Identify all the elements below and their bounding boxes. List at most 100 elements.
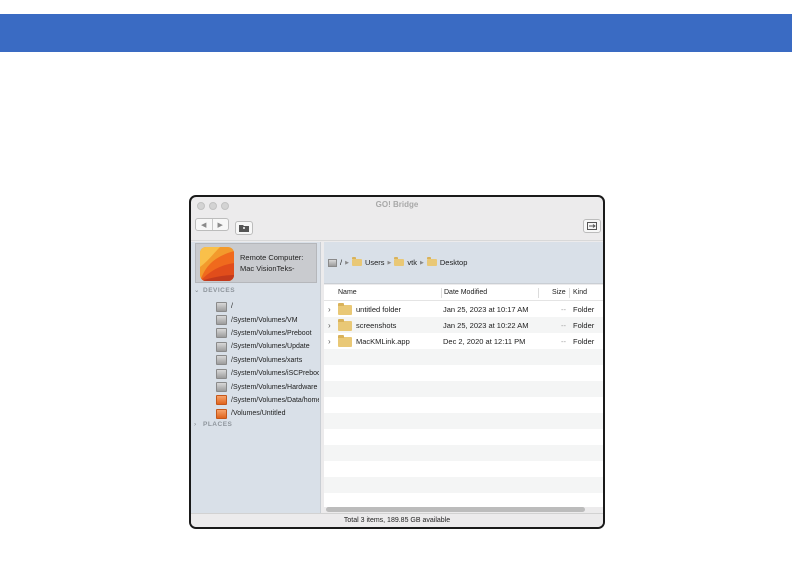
back-button[interactable]: ◀: [196, 219, 212, 230]
column-date[interactable]: Date Modified: [444, 289, 487, 296]
slide-canvas: GO! Bridge ◀ ▶ Remote Computer: Mac Visi…: [0, 0, 792, 576]
column-name[interactable]: Name: [338, 289, 357, 296]
empty-row: [324, 413, 603, 429]
path-crumb-desktop[interactable]: Desktop: [426, 257, 467, 267]
nav-button-group: ◀ ▶: [195, 218, 229, 231]
disclosure-chevron-icon[interactable]: ›: [328, 321, 331, 330]
device-item[interactable]: /: [216, 300, 319, 313]
empty-row: [324, 461, 603, 477]
go-bridge-window: GO! Bridge ◀ ▶ Remote Computer: Mac Visi…: [189, 195, 605, 529]
folder-icon: [338, 303, 352, 315]
folder-icon: [338, 319, 352, 331]
file-name: MacKMLink.app: [356, 337, 410, 346]
folder-icon: [239, 225, 249, 232]
device-item[interactable]: /Volumes/Untitled: [216, 407, 319, 420]
file-date: Dec 2, 2020 at 12:11 PM: [443, 337, 526, 346]
new-folder-button[interactable]: [235, 221, 253, 235]
path-separator-icon: ▶: [420, 259, 424, 266]
device-item[interactable]: /System/Volumes/Data/home: [216, 394, 319, 407]
disk-icon: [216, 408, 227, 419]
device-label: /System/Volumes/Update: [231, 343, 310, 351]
file-list-header: Name Date Modified Size Kind: [324, 285, 603, 301]
status-bar: Total 3 items, 189.85 GB available: [191, 513, 603, 527]
slide-header-bar: [0, 14, 792, 52]
path-separator-icon: ▶: [345, 259, 349, 266]
toolbar: ◀ ▶: [191, 215, 603, 241]
folder-icon: [394, 257, 405, 266]
disk-icon: [216, 382, 227, 393]
device-item[interactable]: /System/Volumes/iSCPreboot: [216, 367, 319, 380]
device-item[interactable]: /System/Volumes/xarts: [216, 354, 319, 367]
file-rows: › untitled folder Jan 25, 2023 at 10:17 AM…: [324, 301, 603, 507]
path-crumb-vtk[interactable]: vtk: [394, 257, 417, 267]
empty-row: [324, 397, 603, 413]
disk-icon: [216, 301, 227, 312]
folder-icon: [351, 257, 362, 266]
file-date: Jan 25, 2023 at 10:17 AM: [443, 305, 529, 314]
empty-row: [324, 493, 603, 507]
device-label: /: [231, 303, 233, 311]
sidebar: Remote Computer: Mac VisionTeks- ⌄ DEVICE…: [191, 242, 321, 515]
window-icon: [587, 222, 597, 230]
device-label: /System/Volumes/Hardware: [231, 383, 318, 391]
file-date: Jan 25, 2023 at 10:22 AM: [443, 321, 529, 330]
path-crumb-users[interactable]: Users: [351, 257, 385, 267]
title-bar[interactable]: GO! Bridge: [191, 197, 603, 215]
disk-icon: [328, 258, 337, 267]
empty-row: [324, 445, 603, 461]
remote-label-line2: Mac VisionTeks-: [240, 264, 295, 273]
folder-icon: [426, 257, 437, 266]
path-root[interactable]: /: [328, 258, 342, 267]
empty-row: [324, 477, 603, 493]
device-label: /System/Volumes/VM: [231, 316, 298, 324]
remote-computer-label: Remote Computer: Mac VisionTeks-: [240, 252, 303, 274]
empty-row: [324, 429, 603, 445]
empty-row: [324, 381, 603, 397]
file-kind: Folder: [573, 305, 595, 314]
file-row[interactable]: › screenshots Jan 25, 2023 at 10:22 AM -- Fo…: [324, 317, 603, 333]
device-item[interactable]: /System/Volumes/Preboot: [216, 327, 319, 340]
device-label: /System/Volumes/Data/home: [231, 396, 319, 404]
path-bar: / ▶ Users ▶ vtk ▶ Desktop: [324, 242, 603, 284]
chevron-right-icon: ›: [194, 421, 197, 428]
action-button[interactable]: [583, 219, 601, 233]
file-row[interactable]: › MacKMLink.app Dec 2, 2020 at 12:11 PM -- F…: [324, 333, 603, 349]
macos-wallpaper-icon: [200, 247, 234, 281]
remote-computer-item[interactable]: Remote Computer: Mac VisionTeks-: [195, 243, 317, 283]
forward-button[interactable]: ▶: [211, 219, 229, 230]
file-size: --: [561, 321, 566, 330]
device-label: /System/Volumes/xarts: [231, 356, 303, 364]
device-item[interactable]: /System/Volumes/VM: [216, 313, 319, 326]
disk-icon: [216, 395, 227, 406]
file-size: --: [561, 337, 566, 346]
file-row[interactable]: › untitled folder Jan 25, 2023 at 10:17 AM…: [324, 301, 603, 317]
file-kind: Folder: [573, 321, 595, 330]
window-title: GO! Bridge: [375, 200, 419, 209]
folder-icon: [338, 335, 352, 347]
chevron-left-icon: ◀: [201, 221, 207, 229]
devices-section-header[interactable]: ⌄ DEVICES: [194, 286, 235, 294]
chevron-down-icon: ⌄: [194, 287, 200, 294]
disclosure-chevron-icon[interactable]: ›: [328, 337, 331, 346]
disk-icon: [216, 341, 227, 352]
path-separator-icon: ▶: [387, 259, 392, 266]
disk-icon: [216, 328, 227, 339]
disk-icon: [216, 368, 227, 379]
disclosure-chevron-icon[interactable]: ›: [328, 305, 331, 314]
device-item[interactable]: /System/Volumes/Update: [216, 340, 319, 353]
device-label: /Volumes/Untitled: [231, 410, 286, 418]
column-kind[interactable]: Kind: [573, 289, 587, 296]
column-divider: [441, 288, 442, 298]
chevron-right-icon: ▶: [217, 221, 223, 229]
device-label: /System/Volumes/Preboot: [231, 329, 312, 337]
file-name: screenshots: [356, 321, 397, 330]
places-section-header[interactable]: › PLACES: [194, 421, 232, 428]
horizontal-scrollbar[interactable]: [326, 507, 585, 512]
column-size[interactable]: Size: [552, 289, 566, 296]
file-list: Name Date Modified Size Kind › untitled f…: [324, 285, 603, 507]
device-label: /System/Volumes/iSCPreboot: [231, 370, 319, 378]
empty-row: [324, 349, 603, 365]
column-divider: [538, 288, 539, 298]
device-item[interactable]: /System/Volumes/Hardware: [216, 380, 319, 393]
remote-label-line1: Remote Computer:: [240, 253, 304, 262]
